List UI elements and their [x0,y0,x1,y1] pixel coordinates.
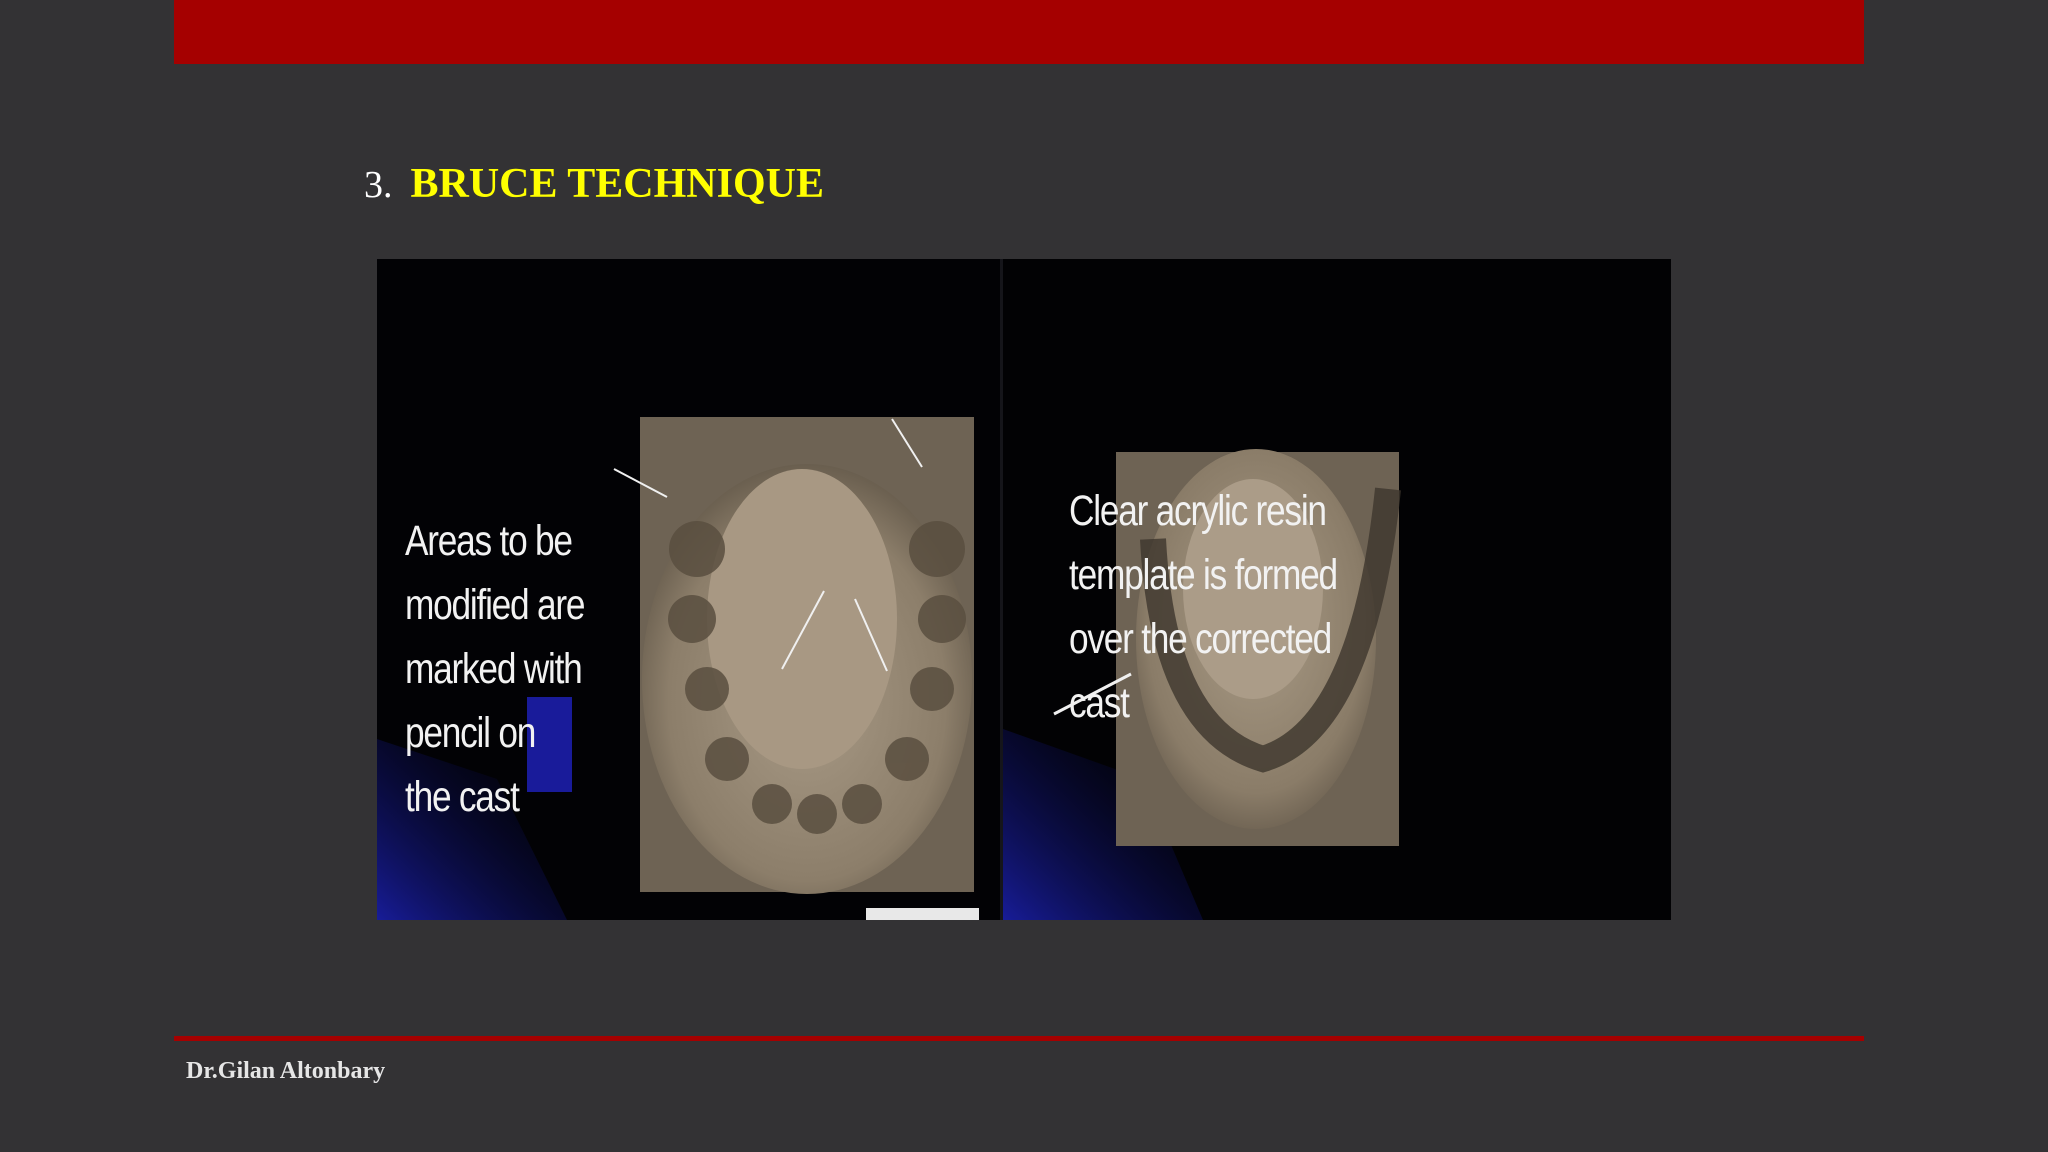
white-label-tab [866,908,979,920]
footer-author: Dr.Gilan Altonbary [186,1058,386,1084]
slide-title: 3. BRUCE TECHNIQUE [364,160,824,216]
top-accent-bar [174,0,1864,64]
cast-palate [707,469,897,769]
figure-panel-right: Clear acrylic resin template is formed o… [1003,259,1671,920]
title-text: BRUCE TECHNIQUE [410,161,824,207]
right-caption: Clear acrylic resin template is formed o… [1069,487,1338,727]
figure-panel-left: Areas to be modified are marked with pen… [377,259,1000,920]
left-caption: Areas to be modified are marked with pen… [405,517,586,821]
footer-divider [174,1036,1864,1041]
title-number: 3. [364,164,393,206]
technique-figure: Areas to be modified are marked with pen… [377,259,1671,920]
